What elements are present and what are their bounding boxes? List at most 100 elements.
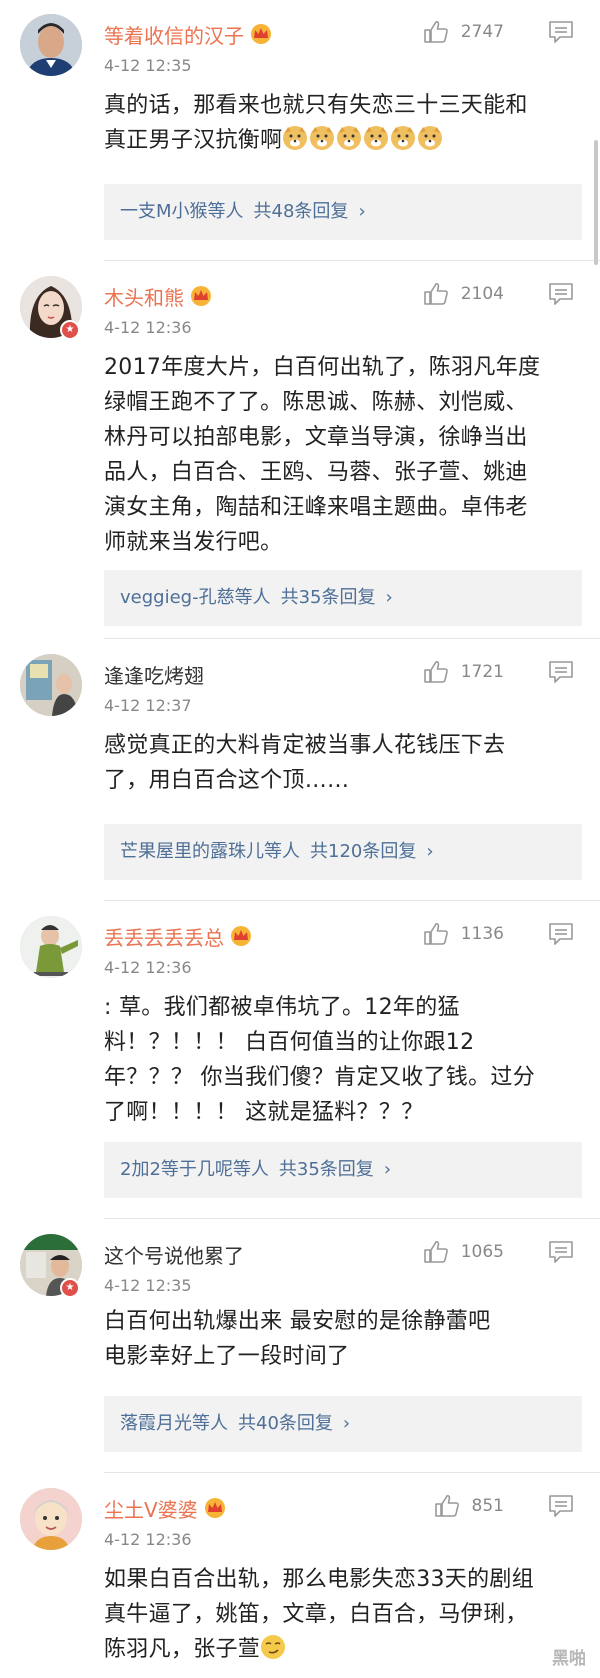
thumbs-up-icon [423, 660, 448, 683]
comment-item: 等着收信的汉子 4-12 12:35 2747 真的话，那看来也就只有失恋三十三… [0, 0, 600, 262]
watermark-logo: 黑啪 [552, 1648, 586, 1669]
comment-line: 白百何出轨爆出来 最安慰的是徐静蕾吧 [104, 1309, 491, 1334]
comment-item: 尘土V婆婆 4-12 12:36 851 如果白百合出轨，那么电影失恋33天的剧… [0, 1474, 600, 1678]
chevron-right-icon: › [385, 587, 393, 608]
comment-text: 如果白百合出轨，那么电影失恋33天的剧组 真牛逼了，姚笛，文章，白百合，马伊琍，… [104, 1562, 584, 1667]
reply-icon[interactable] [548, 20, 574, 44]
doge-emoji-icon [418, 126, 443, 150]
reply-count: 共48条回复 [253, 201, 349, 222]
vip-crown-icon [191, 286, 211, 306]
username[interactable]: 逢逢吃烤翅 [104, 660, 204, 689]
reply-icon[interactable] [548, 282, 574, 306]
vip-crown-icon [204, 1498, 225, 1518]
divider [104, 900, 600, 901]
name-row: 等着收信的汉子 [104, 20, 274, 48]
reply-icon[interactable] [548, 1240, 574, 1264]
scrollbar[interactable] [594, 140, 598, 265]
comment-line: 2017年度大片，白百何出轨了，陈羽凡年度 [104, 355, 541, 380]
name-row: 逢逢吃烤翅 [104, 660, 204, 688]
doge-emoji-icon [337, 126, 362, 150]
comment-line: : 草。我们都被卓伟坑了。12年的猛 [104, 995, 460, 1020]
like-button[interactable]: 2104 [423, 280, 504, 308]
like-count: 1136 [460, 924, 504, 944]
comment-line: 演女主角，陶喆和汪峰来唱主题曲。卓伟老 [104, 495, 528, 520]
chevron-right-icon: › [383, 1159, 392, 1180]
user-avatar[interactable] [20, 916, 82, 978]
view-replies-button[interactable]: 一支M小猴等人 共48条回复 › [104, 184, 582, 240]
divider [104, 638, 600, 639]
username[interactable]: 等着收信的汉子 [104, 20, 244, 49]
comment-time: 4-12 12:35 [104, 56, 192, 75]
like-count: 2747 [460, 22, 504, 42]
comment-line: 真正男子汉抗衡啊 [104, 123, 584, 158]
thumbs-up-icon [423, 922, 448, 945]
comment-line: 如果白百合出轨，那么电影失恋33天的剧组 [104, 1567, 534, 1592]
thumbs-up-icon [423, 282, 448, 305]
username[interactable]: 这个号说他累了 [104, 1240, 244, 1269]
like-button[interactable]: 2747 [423, 18, 504, 46]
like-count: 851 [471, 1496, 504, 1516]
comment-text: 感觉真正的大料肯定被当事人花钱压下去 了，用白百合这个顶…… [104, 728, 584, 798]
user-avatar[interactable] [20, 654, 82, 716]
reply-users: 一支M小猴等人 [120, 201, 244, 222]
reply-users: 芒果屋里的露珠儿等人 [120, 841, 300, 862]
username[interactable]: 木头和熊 [104, 282, 184, 311]
smirk-emoji-icon [261, 1635, 286, 1659]
divider [104, 1218, 600, 1219]
verified-badge-icon: ★ [60, 320, 80, 340]
username[interactable]: 尘土V婆婆 [104, 1494, 198, 1523]
name-row: 尘土V婆婆 [104, 1494, 228, 1522]
comment-line: 了啊！！！！ 这就是猛料？？？ [104, 1100, 424, 1125]
reply-users: 2加2等于几呢等人 [120, 1159, 269, 1180]
comment-text: 2017年度大片，白百何出轨了，陈羽凡年度 绿帽王跑不了了。陈思诚、陈赫、刘恺威… [104, 350, 584, 560]
comment-item: ★ 这个号说他累了 4-12 12:35 1065 白百何出轨爆出来 最安慰的是… [0, 1220, 600, 1474]
reply-count: 共35条回复 [278, 1159, 374, 1180]
like-button[interactable]: 851 [434, 1492, 504, 1520]
comment-line: 林丹可以拍部电影，文章当导演，徐峥当出 [104, 425, 528, 450]
emoji-group [282, 126, 444, 153]
chevron-right-icon: › [426, 841, 434, 862]
comment-item: ★ 木头和熊 4-12 12:36 2104 2017年度大片，白百何出轨了，陈… [0, 262, 600, 640]
reply-icon[interactable] [548, 922, 574, 946]
thumbs-up-icon [423, 20, 448, 43]
comment-line: 真的话，那看来也就只有失恋三十三天能和 [104, 93, 528, 118]
thumbs-up-icon [434, 1494, 459, 1517]
username[interactable]: 丢丢丢丢丢总 [104, 922, 224, 951]
divider [104, 1472, 600, 1473]
reply-users: veggieg-孔慈等人 [120, 587, 271, 608]
comment-item: 丢丢丢丢丢总 4-12 12:36 1136 : 草。我们都被卓伟坑了。12年的… [0, 902, 600, 1220]
comment-line: 真牛逼了，姚笛，文章，白百合，马伊琍， [104, 1602, 528, 1627]
reply-count: 共35条回复 [280, 587, 376, 608]
chevron-right-icon: › [342, 1413, 351, 1434]
comment-time: 4-12 12:35 [104, 1276, 192, 1295]
like-button[interactable]: 1136 [423, 920, 504, 948]
reply-icon[interactable] [548, 1494, 574, 1518]
like-button[interactable]: 1065 [423, 1238, 504, 1266]
reply-count: 共40条回复 [238, 1413, 333, 1434]
comment-time: 4-12 12:37 [104, 696, 192, 715]
comment-line: 感觉真正的大料肯定被当事人花钱压下去 [104, 733, 506, 758]
view-replies-button[interactable]: 芒果屋里的露珠儿等人 共120条回复 › [104, 824, 582, 880]
view-replies-button[interactable]: 2加2等于几呢等人 共35条回复 › [104, 1142, 582, 1198]
comment-text: : 草。我们都被卓伟坑了。12年的猛 料！？！！！ 白百何值当的让你跟12 年？… [104, 990, 584, 1130]
comment-line: 电影幸好上了一段时间了 [104, 1344, 350, 1369]
verified-badge-icon: ★ [60, 1278, 80, 1298]
thumbs-up-icon [423, 1240, 448, 1263]
svg-text:黑啪: 黑啪 [552, 1648, 586, 1669]
view-replies-button[interactable]: veggieg-孔慈等人 共35条回复 › [104, 570, 582, 626]
comment-line: 陈羽凡，张子萱 [104, 1632, 584, 1667]
like-button[interactable]: 1721 [423, 658, 504, 686]
user-avatar[interactable] [20, 14, 82, 76]
comment-text: 白百何出轨爆出来 最安慰的是徐静蕾吧 电影幸好上了一段时间了 [104, 1304, 584, 1374]
comment-line: 料！？！！！ 白百何值当的让你跟12 [104, 1030, 475, 1055]
reply-icon[interactable] [548, 660, 574, 684]
doge-emoji-icon [283, 126, 308, 150]
view-replies-button[interactable]: 落霞月光等人 共40条回复 › [104, 1396, 582, 1452]
name-row: 丢丢丢丢丢总 [104, 922, 254, 950]
doge-emoji-icon [310, 126, 335, 150]
comment-line: 年？？？ 你当我们傻？肯定又收了钱。过分 [104, 1065, 535, 1090]
chevron-right-icon: › [358, 201, 366, 222]
user-avatar[interactable] [20, 1488, 82, 1550]
reply-count: 共120条回复 [310, 841, 417, 862]
comment-time: 4-12 12:36 [104, 958, 192, 977]
